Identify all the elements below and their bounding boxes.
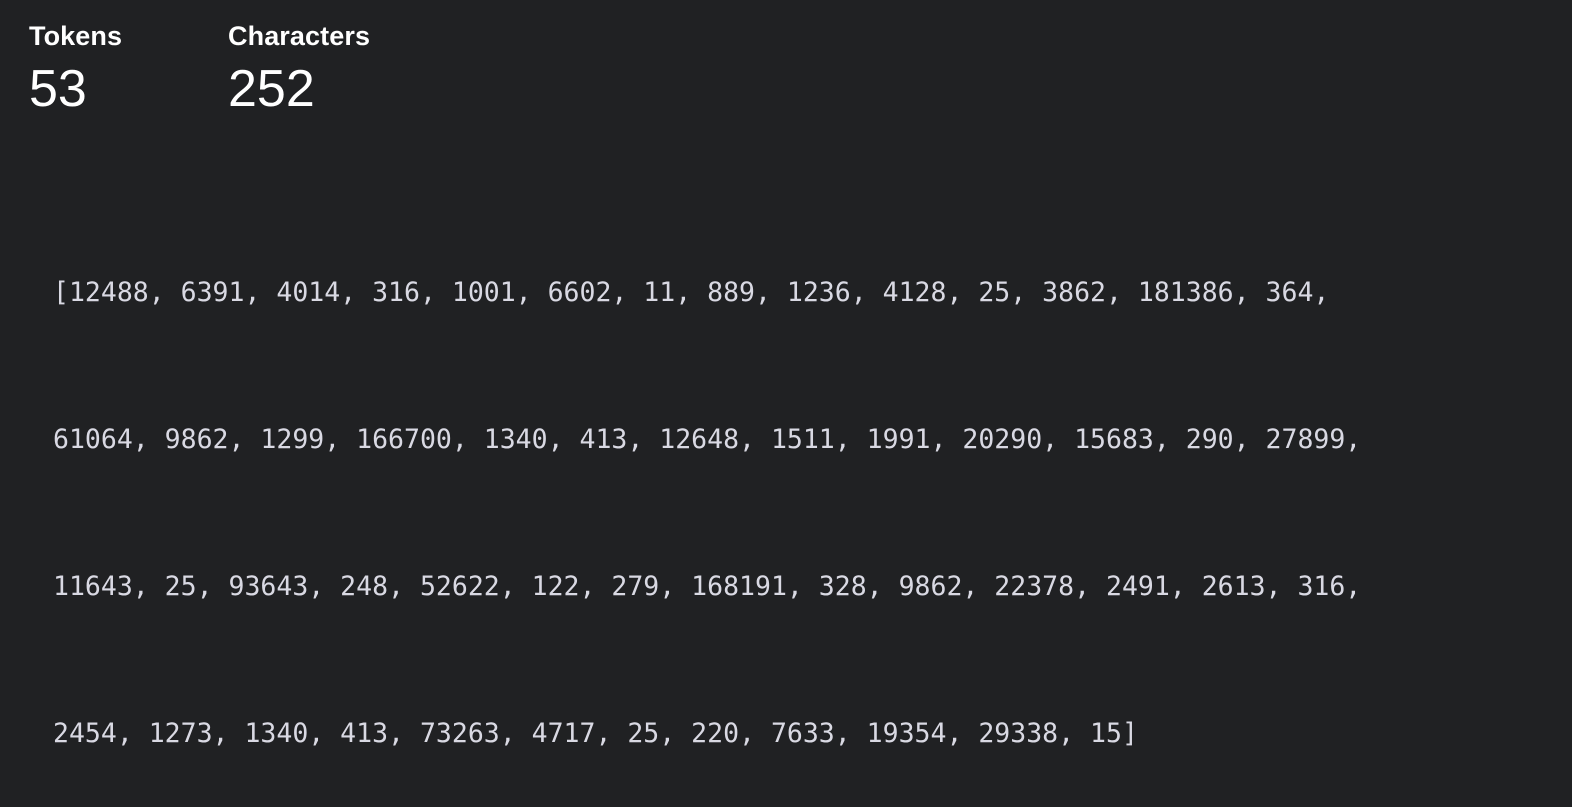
token-ids-line: [12488, 6391, 4014, 316, 1001, 6602, 11,… <box>53 277 1330 308</box>
tokens-stat: Tokens 53 <box>29 18 228 121</box>
token-ids-output[interactable]: [12488, 6391, 4014, 316, 1001, 6602, 11,… <box>53 170 1553 807</box>
tokens-count: 53 <box>29 60 87 118</box>
tokens-label: Tokens <box>29 21 123 51</box>
stats-panel: Tokens 53 Characters 252 <box>29 18 488 121</box>
token-ids-line: 61064, 9862, 1299, 166700, 1340, 413, 12… <box>53 424 1362 455</box>
token-ids-line: 2454, 1273, 1340, 413, 73263, 4717, 25, … <box>53 718 1138 749</box>
characters-count: 252 <box>228 60 315 118</box>
characters-label: Characters <box>228 21 371 51</box>
token-ids-line: 11643, 25, 93643, 248, 52622, 122, 279, … <box>53 571 1362 602</box>
characters-stat: Characters 252 <box>228 18 488 121</box>
